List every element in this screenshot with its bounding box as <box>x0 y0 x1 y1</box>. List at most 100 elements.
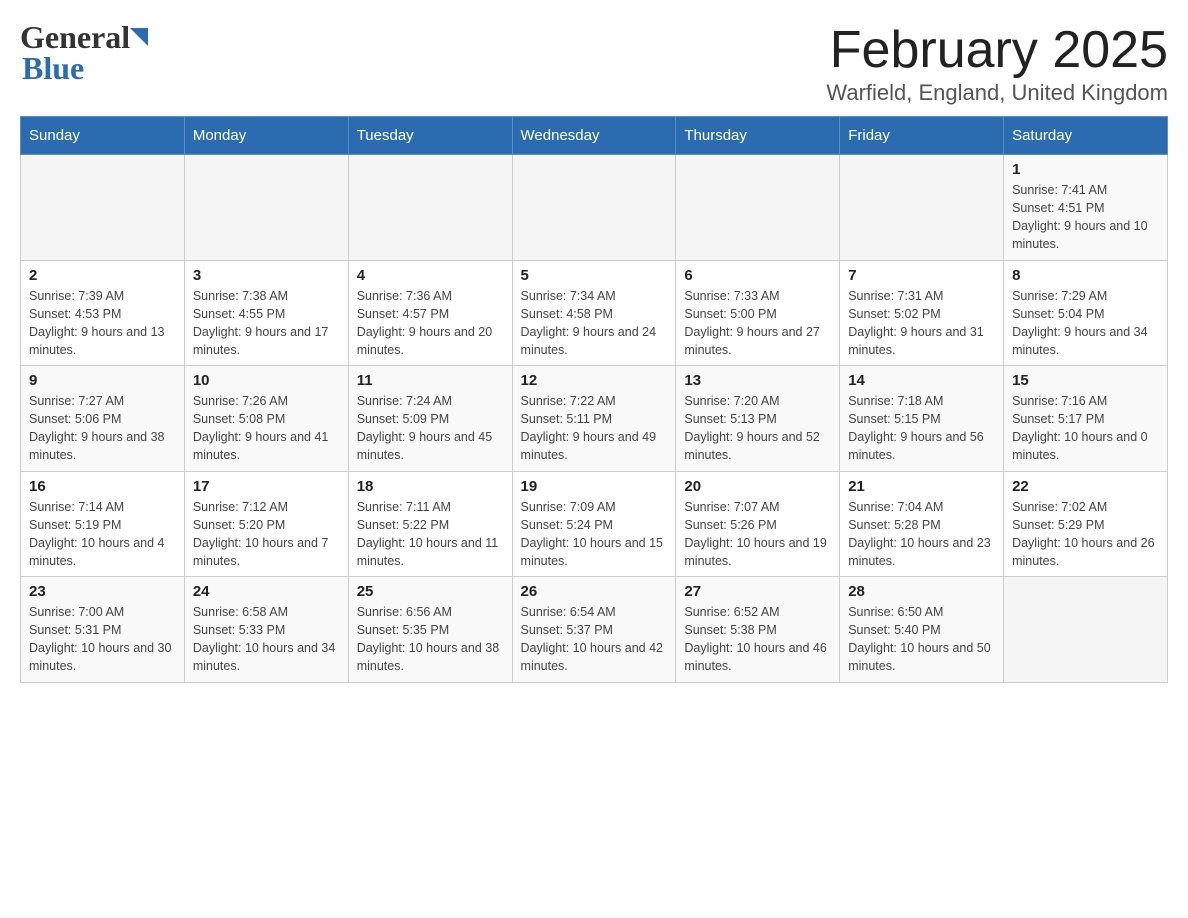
table-row <box>348 155 512 261</box>
day-info: Sunrise: 7:11 AMSunset: 5:22 PMDaylight:… <box>357 498 504 571</box>
table-row: 22 Sunrise: 7:02 AMSunset: 5:29 PMDayligh… <box>1004 471 1168 577</box>
table-row: 24Sunrise: 6:58 AMSunset: 5:33 PMDayligh… <box>184 577 348 683</box>
day-info: Sunrise: 6:52 AMSunset: 5:38 PMDaylight:… <box>684 603 831 676</box>
day-number: 1 <box>1012 161 1159 178</box>
table-row <box>512 155 676 261</box>
day-number: 9 <box>29 372 176 389</box>
table-row <box>184 155 348 261</box>
col-sunday: Sunday <box>21 117 185 155</box>
col-monday: Monday <box>184 117 348 155</box>
day-number: 4 <box>357 267 504 284</box>
calendar-week-row: 9Sunrise: 7:27 AMSunset: 5:06 PMDaylight… <box>21 366 1168 472</box>
calendar-header-row: Sunday Monday Tuesday Wednesday Thursday… <box>21 117 1168 155</box>
table-row <box>676 155 840 261</box>
table-row: 19Sunrise: 7:09 AMSunset: 5:24 PMDayligh… <box>512 471 676 577</box>
day-info: Sunrise: 6:50 AMSunset: 5:40 PMDaylight:… <box>848 603 995 676</box>
day-number: 13 <box>684 372 831 389</box>
calendar-title-block: February 2025 Warfield, England, United … <box>826 20 1168 106</box>
day-info: Sunrise: 7:09 AMSunset: 5:24 PMDaylight:… <box>521 498 668 571</box>
table-row: 28 Sunrise: 6:50 AMSunset: 5:40 PMDayligh… <box>840 577 1004 683</box>
calendar-week-row: 1Sunrise: 7:41 AMSunset: 4:51 PMDaylight… <box>21 155 1168 261</box>
table-row: 5 Sunrise: 7:34 AMSunset: 4:58 PMDaylight… <box>512 260 676 366</box>
day-info: Sunrise: 7:36 AMSunset: 4:57 PMDaylight:… <box>357 287 504 360</box>
day-number: 20 <box>684 478 831 495</box>
day-info: Sunrise: 7:24 AMSunset: 5:09 PMDaylight:… <box>357 392 504 465</box>
col-friday: Friday <box>840 117 1004 155</box>
table-row: 9Sunrise: 7:27 AMSunset: 5:06 PMDaylight… <box>21 366 185 472</box>
day-number: 27 <box>684 583 831 600</box>
table-row: 18 Sunrise: 7:11 AMSunset: 5:22 PMDayligh… <box>348 471 512 577</box>
day-info: Sunrise: 7:38 AMSunset: 4:55 PMDaylight:… <box>193 287 340 360</box>
day-number: 2 <box>29 267 176 284</box>
day-number: 14 <box>848 372 995 389</box>
day-info: Sunrise: 7:31 AMSunset: 5:02 PMDaylight:… <box>848 287 995 360</box>
day-number: 12 <box>521 372 668 389</box>
table-row: 4 Sunrise: 7:36 AMSunset: 4:57 PMDaylight… <box>348 260 512 366</box>
day-number: 16 <box>29 478 176 495</box>
day-number: 25 <box>357 583 504 600</box>
day-info: Sunrise: 7:34 AMSunset: 4:58 PMDaylight:… <box>521 287 668 360</box>
table-row: 20 Sunrise: 7:07 AMSunset: 5:26 PMDayligh… <box>676 471 840 577</box>
day-number: 8 <box>1012 267 1159 284</box>
day-info: Sunrise: 7:14 AMSunset: 5:19 PMDaylight:… <box>29 498 176 571</box>
page-header: General Blue February 2025 Warfield, Eng… <box>20 20 1168 106</box>
day-number: 11 <box>357 372 504 389</box>
day-number: 3 <box>193 267 340 284</box>
day-number: 24 <box>193 583 340 600</box>
logo-arrow-icon <box>130 28 148 51</box>
table-row: 25 Sunrise: 6:56 AMSunset: 5:35 PMDayligh… <box>348 577 512 683</box>
table-row: 11 Sunrise: 7:24 AMSunset: 5:09 PMDayligh… <box>348 366 512 472</box>
table-row: 21 Sunrise: 7:04 AMSunset: 5:28 PMDayligh… <box>840 471 1004 577</box>
day-number: 21 <box>848 478 995 495</box>
table-row <box>21 155 185 261</box>
day-info: Sunrise: 7:07 AMSunset: 5:26 PMDaylight:… <box>684 498 831 571</box>
day-info: Sunrise: 7:39 AMSunset: 4:53 PMDaylight:… <box>29 287 176 360</box>
table-row: 15 Sunrise: 7:16 AMSunset: 5:17 PMDayligh… <box>1004 366 1168 472</box>
day-info: Sunrise: 7:16 AMSunset: 5:17 PMDaylight:… <box>1012 392 1159 465</box>
day-number: 6 <box>684 267 831 284</box>
col-wednesday: Wednesday <box>512 117 676 155</box>
table-row: 1Sunrise: 7:41 AMSunset: 4:51 PMDaylight… <box>1004 155 1168 261</box>
calendar-week-row: 23Sunrise: 7:00 AMSunset: 5:31 PMDayligh… <box>21 577 1168 683</box>
table-row: 8 Sunrise: 7:29 AMSunset: 5:04 PMDaylight… <box>1004 260 1168 366</box>
table-row <box>1004 577 1168 683</box>
day-number: 10 <box>193 372 340 389</box>
col-tuesday: Tuesday <box>348 117 512 155</box>
calendar-subtitle: Warfield, England, United Kingdom <box>826 80 1168 106</box>
day-number: 5 <box>521 267 668 284</box>
day-info: Sunrise: 6:54 AMSunset: 5:37 PMDaylight:… <box>521 603 668 676</box>
day-number: 15 <box>1012 372 1159 389</box>
day-number: 17 <box>193 478 340 495</box>
table-row: 23Sunrise: 7:00 AMSunset: 5:31 PMDayligh… <box>21 577 185 683</box>
day-number: 26 <box>521 583 668 600</box>
table-row: 10Sunrise: 7:26 AMSunset: 5:08 PMDayligh… <box>184 366 348 472</box>
calendar-title: February 2025 <box>826 20 1168 80</box>
table-row: 16 Sunrise: 7:14 AMSunset: 5:19 PMDayligh… <box>21 471 185 577</box>
table-row <box>840 155 1004 261</box>
table-row: 6 Sunrise: 7:33 AMSunset: 5:00 PMDaylight… <box>676 260 840 366</box>
table-row: 2 Sunrise: 7:39 AMSunset: 4:53 PMDaylight… <box>21 260 185 366</box>
day-info: Sunrise: 7:02 AMSunset: 5:29 PMDaylight:… <box>1012 498 1159 571</box>
logo: General Blue <box>20 20 148 86</box>
table-row: 14 Sunrise: 7:18 AMSunset: 5:15 PMDayligh… <box>840 366 1004 472</box>
col-thursday: Thursday <box>676 117 840 155</box>
day-number: 18 <box>357 478 504 495</box>
table-row: 26 Sunrise: 6:54 AMSunset: 5:37 PMDayligh… <box>512 577 676 683</box>
calendar-week-row: 16 Sunrise: 7:14 AMSunset: 5:19 PMDayligh… <box>21 471 1168 577</box>
logo-blue-text: Blue <box>22 50 84 86</box>
table-row: 3 Sunrise: 7:38 AMSunset: 4:55 PMDaylight… <box>184 260 348 366</box>
day-number: 28 <box>848 583 995 600</box>
day-info: Sunrise: 7:20 AMSunset: 5:13 PMDaylight:… <box>684 392 831 465</box>
day-info: Sunrise: 7:33 AMSunset: 5:00 PMDaylight:… <box>684 287 831 360</box>
day-info: Sunrise: 6:56 AMSunset: 5:35 PMDaylight:… <box>357 603 504 676</box>
day-number: 22 <box>1012 478 1159 495</box>
table-row: 7Sunrise: 7:31 AMSunset: 5:02 PMDaylight… <box>840 260 1004 366</box>
table-row: 17Sunrise: 7:12 AMSunset: 5:20 PMDayligh… <box>184 471 348 577</box>
day-info: Sunrise: 7:04 AMSunset: 5:28 PMDaylight:… <box>848 498 995 571</box>
day-info: Sunrise: 7:18 AMSunset: 5:15 PMDaylight:… <box>848 392 995 465</box>
day-info: Sunrise: 7:29 AMSunset: 5:04 PMDaylight:… <box>1012 287 1159 360</box>
calendar-table: Sunday Monday Tuesday Wednesday Thursday… <box>20 116 1168 683</box>
table-row: 12Sunrise: 7:22 AMSunset: 5:11 PMDayligh… <box>512 366 676 472</box>
table-row: 13 Sunrise: 7:20 AMSunset: 5:13 PMDayligh… <box>676 366 840 472</box>
table-row: 27 Sunrise: 6:52 AMSunset: 5:38 PMDayligh… <box>676 577 840 683</box>
